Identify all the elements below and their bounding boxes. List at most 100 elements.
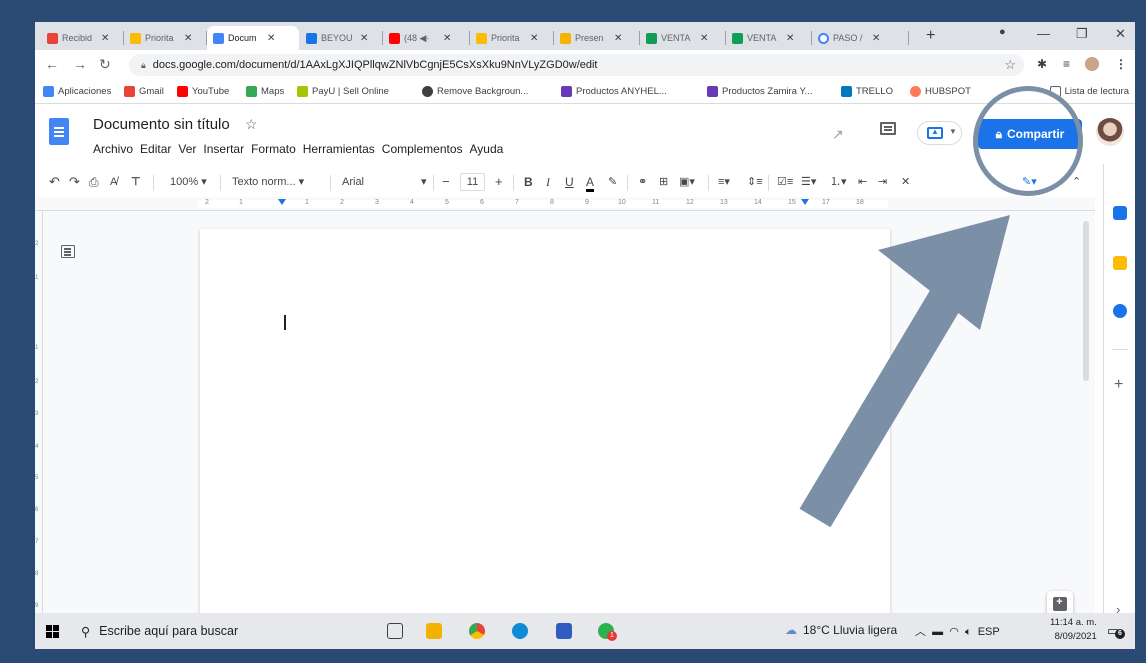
menu-editar[interactable]: Editar [140, 142, 171, 156]
tab-gmail[interactable]: Recibid ✕ [41, 26, 124, 50]
paint-format-icon[interactable]: ⊤ [131, 175, 141, 189]
italic-button[interactable]: I [546, 175, 550, 189]
line-spacing-icon[interactable]: ⇕≡ [747, 175, 763, 189]
close-icon[interactable]: ✕ [700, 33, 708, 44]
menu-insertar[interactable]: Insertar [203, 142, 244, 156]
chevron-up-icon[interactable]: ︿ [915, 626, 926, 638]
align-icon[interactable]: ≡▾ [718, 175, 730, 189]
clock[interactable]: 11:14 a. m. 8/09/2021 [1050, 616, 1097, 644]
link-icon[interactable]: ⚭ [638, 175, 647, 189]
tab-sheets-2[interactable]: VENTA ✕ [726, 26, 812, 50]
chevron-down-icon[interactable]: ▾ [421, 175, 427, 189]
document-page[interactable] [200, 229, 890, 649]
avatar[interactable] [1085, 57, 1099, 71]
decrease-size-button[interactable]: − [442, 175, 450, 189]
new-tab-button[interactable]: + [926, 28, 935, 44]
bullet-list-icon[interactable]: ☰▾ [801, 175, 816, 189]
style-select[interactable]: Texto norm... ▾ [232, 175, 304, 189]
right-indent-marker[interactable] [801, 199, 809, 205]
text-color-button[interactable]: A [586, 175, 595, 192]
menu-archivo[interactable]: Archivo [93, 142, 133, 156]
minimize-icon[interactable]: — [1037, 26, 1050, 41]
indent-marker[interactable] [278, 199, 286, 205]
clear-format-icon[interactable]: ✕ [901, 175, 910, 189]
zoom-select[interactable]: 100% ▾ [170, 175, 207, 189]
star-icon[interactable]: ☆ [245, 116, 258, 133]
chrome-icon[interactable] [469, 623, 485, 639]
close-icon[interactable]: ✕ [872, 33, 880, 44]
close-icon[interactable]: ✕ [267, 33, 275, 44]
font-size-input[interactable]: 11 [460, 173, 485, 191]
font-select[interactable]: Arial [342, 175, 364, 189]
windows-start-icon[interactable] [46, 625, 59, 638]
activity-trend-icon[interactable]: ↗ [832, 126, 844, 143]
whatsapp-icon[interactable]: 1 [598, 623, 617, 641]
tab-drive-2[interactable]: Priorita ✕ [470, 26, 554, 50]
increase-indent-icon[interactable]: ⇥ [878, 175, 887, 189]
forward-icon[interactable]: → [73, 57, 87, 71]
document-title[interactable]: Documento sin título [93, 116, 230, 133]
extensions-icon[interactable]: ✱ [1037, 57, 1047, 71]
highlight-icon[interactable]: ✎ [608, 175, 617, 189]
back-icon[interactable]: ← [45, 57, 59, 71]
bold-button[interactable]: B [524, 175, 533, 189]
vertical-scrollbar[interactable] [1083, 221, 1089, 381]
menu-complementos[interactable]: Complementos [382, 142, 463, 156]
reload-icon[interactable]: ↻ [99, 57, 111, 71]
avatar[interactable] [1096, 118, 1124, 146]
bookmark-remove-bg[interactable]: Remove Backgroun... [422, 86, 528, 97]
volume-icon[interactable]: 🔈︎ [965, 626, 972, 638]
bookmark-star-icon[interactable]: ☆ [1004, 57, 1016, 73]
menu-herramientas[interactable]: Herramientas [303, 142, 375, 156]
close-icon[interactable]: ✕ [530, 33, 538, 44]
close-icon[interactable]: ✕ [443, 33, 451, 44]
menu-ver[interactable]: Ver [178, 142, 196, 156]
battery-icon[interactable]: ▬ [932, 626, 943, 638]
add-addon-icon[interactable]: + [1114, 376, 1123, 394]
keep-icon[interactable] [1113, 256, 1127, 270]
menu-formato[interactable]: Formato [251, 142, 296, 156]
notifications-icon[interactable]: ▭ 6 [1107, 623, 1125, 639]
underline-button[interactable]: U [565, 175, 574, 189]
present-button[interactable]: ▲ ▼ [917, 121, 962, 145]
tab-google[interactable]: PASO / ✕ [812, 26, 909, 50]
close-icon[interactable]: ✕ [360, 33, 368, 44]
taskbar-search[interactable]: ⚲ Escribe aquí para buscar [75, 619, 365, 643]
bookmark-gmail[interactable]: Gmail [124, 86, 164, 97]
bookmark-anyhel[interactable]: Productos ANYHEL... [561, 86, 667, 97]
tab-beyou[interactable]: BEYOU ✕ [300, 26, 383, 50]
menu-icon[interactable]: ⋮ [1115, 57, 1127, 71]
redo-icon[interactable]: ↷ [69, 175, 80, 189]
bookmark-zamira[interactable]: Productos Zamira Y... [707, 86, 812, 97]
system-tray[interactable]: ︿ ▬ ◠ 🔈︎ ESP [915, 623, 1000, 639]
checklist-icon[interactable]: ☑≡ [777, 175, 793, 189]
task-view-icon[interactable] [387, 623, 403, 639]
bookmark-hubspot[interactable]: HUBSPOT [910, 86, 971, 97]
wifi-icon[interactable]: ◠ [949, 626, 959, 638]
language-indicator[interactable]: ESP [978, 626, 1000, 638]
address-bar[interactable]: 🔒︎ docs.google.com/document/d/1AAxLgXJIQ… [129, 54, 1024, 76]
bookmark-apps[interactable]: Aplicaciones [43, 86, 111, 97]
tab-slides[interactable]: Presen ✕ [554, 26, 640, 50]
decrease-indent-icon[interactable]: ⇤ [858, 175, 867, 189]
bookmark-trello[interactable]: TRELLO [841, 86, 893, 97]
comment-add-icon[interactable]: ⊞ [659, 175, 668, 189]
app-icon[interactable] [556, 623, 572, 639]
tasks-icon[interactable] [1113, 304, 1127, 318]
image-icon[interactable]: ▣▾ [679, 175, 695, 189]
print-icon[interactable]: ⎙ [89, 175, 99, 189]
file-explorer-icon[interactable] [426, 623, 442, 639]
tab-drive[interactable]: Priorita ✕ [124, 26, 207, 50]
calendar-icon[interactable] [1113, 206, 1127, 220]
chevron-up-icon[interactable]: ⌃ [1072, 175, 1081, 189]
numbered-list-icon[interactable]: ⒈▾ [830, 175, 847, 189]
docs-logo-icon[interactable] [49, 118, 69, 145]
spellcheck-icon[interactable]: A̸ [110, 175, 117, 189]
tab-sheets[interactable]: VENTA ✕ [640, 26, 726, 50]
bookmark-youtube[interactable]: YouTube [177, 86, 229, 97]
media-control-icon[interactable]: ≡ [1063, 57, 1070, 71]
bookmark-maps[interactable]: Maps [246, 86, 284, 97]
tab-youtube[interactable]: (48 ◀· ✕ [383, 26, 470, 50]
weather-widget[interactable]: ☁ 18°C Lluvia ligera [785, 623, 897, 637]
close-icon[interactable]: ✕ [614, 33, 622, 44]
